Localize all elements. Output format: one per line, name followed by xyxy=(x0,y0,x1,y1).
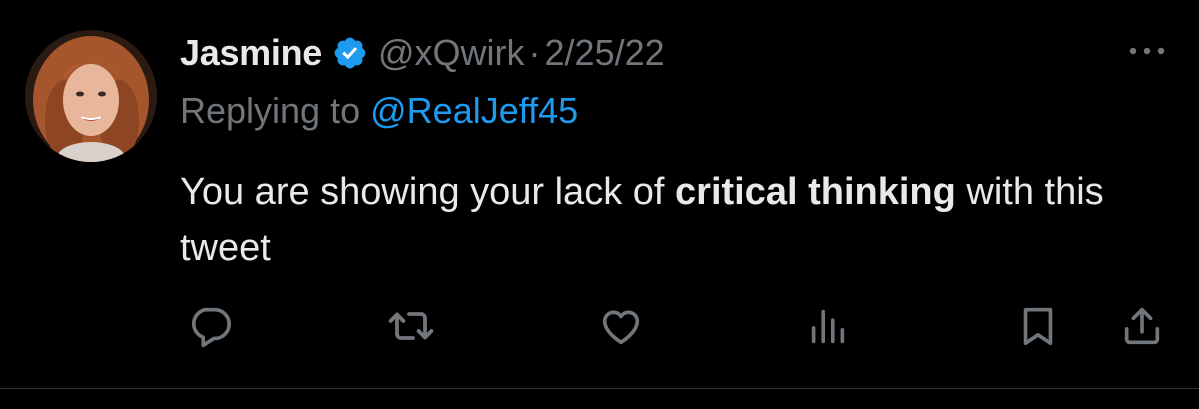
more-options-icon[interactable] xyxy=(1124,36,1170,66)
tweet-header: Jasmine @xQwirk · 2/25/22 xyxy=(180,30,665,76)
share-icon[interactable] xyxy=(1118,302,1166,350)
separator-dot: · xyxy=(528,32,541,73)
display-name[interactable]: Jasmine xyxy=(180,32,322,74)
replying-to: Replying to @RealJeff45 xyxy=(180,90,578,132)
bookmark-icon[interactable] xyxy=(1014,302,1062,350)
tweet-text: You are showing your lack of critical th… xyxy=(180,164,1140,276)
reply-icon[interactable] xyxy=(186,302,234,350)
tweet-text-bold: critical thinking xyxy=(675,171,956,213)
tweet-text-part1: You are showing your lack of xyxy=(180,171,676,213)
views-icon[interactable] xyxy=(804,302,852,350)
verified-badge-icon[interactable] xyxy=(332,35,368,71)
user-handle[interactable]: @xQwirk xyxy=(378,32,525,74)
avatar[interactable] xyxy=(25,30,157,162)
divider xyxy=(0,388,1199,389)
tweet[interactable]: Jasmine @xQwirk · 2/25/22 Replying to @R… xyxy=(0,0,1199,388)
tweet-date[interactable]: 2/25/22 xyxy=(545,32,665,74)
avatar-image xyxy=(25,30,157,162)
like-icon[interactable] xyxy=(597,302,645,350)
retweet-icon[interactable] xyxy=(387,302,435,350)
reply-target-link[interactable]: @RealJeff45 xyxy=(370,90,578,131)
replying-to-label: Replying to xyxy=(180,90,361,131)
